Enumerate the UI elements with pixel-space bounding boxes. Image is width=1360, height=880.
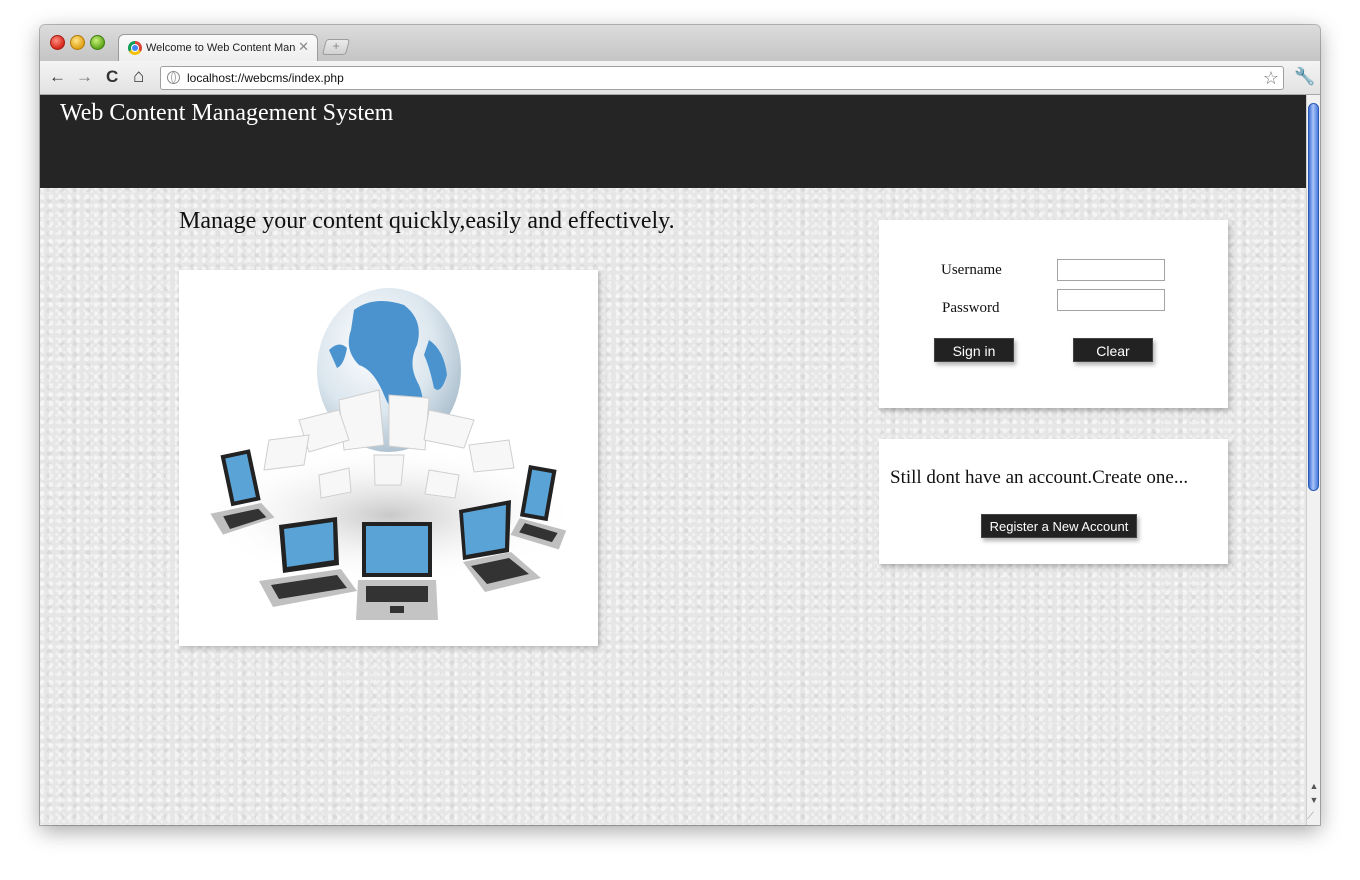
chrome-favicon-icon [128, 41, 142, 55]
register-panel: Still dont have an account.Create one...… [879, 439, 1228, 564]
zoom-window-button[interactable] [90, 35, 105, 50]
tab-strip: Welcome to Web Content Manag ✕ + [40, 25, 1320, 61]
site-header: Web Content Management System [40, 95, 1306, 188]
browser-toolbar: ← → C ⌂ localhost://webcms/index.php ☆ 🔧 [40, 61, 1320, 95]
globe-icon [167, 71, 180, 84]
scrollbar-thumb[interactable] [1308, 103, 1319, 491]
password-input[interactable] [1057, 289, 1165, 311]
resize-grip-icon[interactable]: ⟋ [1307, 811, 1314, 822]
home-icon[interactable]: ⌂ [133, 67, 144, 86]
browser-window: Welcome to Web Content Manag ✕ + ← → C ⌂… [40, 25, 1320, 825]
register-prompt: Still dont have an account.Create one... [890, 467, 1189, 488]
site-title: Web Content Management System [60, 100, 394, 126]
login-panel: Username Password Sign in Clear [879, 220, 1228, 408]
password-label: Password [942, 300, 1000, 316]
reload-icon[interactable]: C [106, 68, 118, 86]
vertical-scrollbar[interactable]: ▲ ▼ [1306, 95, 1320, 825]
globe-laptops-illustration [199, 288, 579, 620]
sign-in-button[interactable]: Sign in [934, 338, 1014, 362]
url-text[interactable]: localhost://webcms/index.php [187, 71, 344, 85]
username-label: Username [941, 262, 1002, 278]
back-arrow-icon[interactable]: ← [49, 68, 66, 86]
hero-image [179, 270, 598, 646]
wrench-icon[interactable]: 🔧 [1294, 68, 1315, 86]
address-bar[interactable]: localhost://webcms/index.php ☆ [160, 66, 1284, 90]
tagline: Manage your content quickly,easily and e… [179, 208, 675, 234]
page-viewport: Web Content Management System Manage you… [40, 95, 1306, 825]
bookmark-star-icon[interactable]: ☆ [1263, 68, 1279, 88]
forward-arrow-icon[interactable]: → [76, 68, 93, 86]
plus-icon: + [332, 39, 340, 53]
tab-welcome[interactable]: Welcome to Web Content Manag ✕ [118, 34, 318, 61]
register-account-button[interactable]: Register a New Account [981, 514, 1137, 538]
minimize-window-button[interactable] [70, 35, 85, 50]
close-window-button[interactable] [50, 35, 65, 50]
clear-button[interactable]: Clear [1073, 338, 1153, 362]
new-tab-button[interactable]: + [321, 39, 351, 55]
scroll-down-arrow-icon[interactable]: ▼ [1308, 795, 1320, 805]
tab-title: Welcome to Web Content Manag [146, 42, 296, 54]
username-input[interactable] [1057, 259, 1165, 281]
tab-close-icon[interactable]: ✕ [298, 39, 309, 55]
scroll-up-arrow-icon[interactable]: ▲ [1308, 781, 1320, 791]
